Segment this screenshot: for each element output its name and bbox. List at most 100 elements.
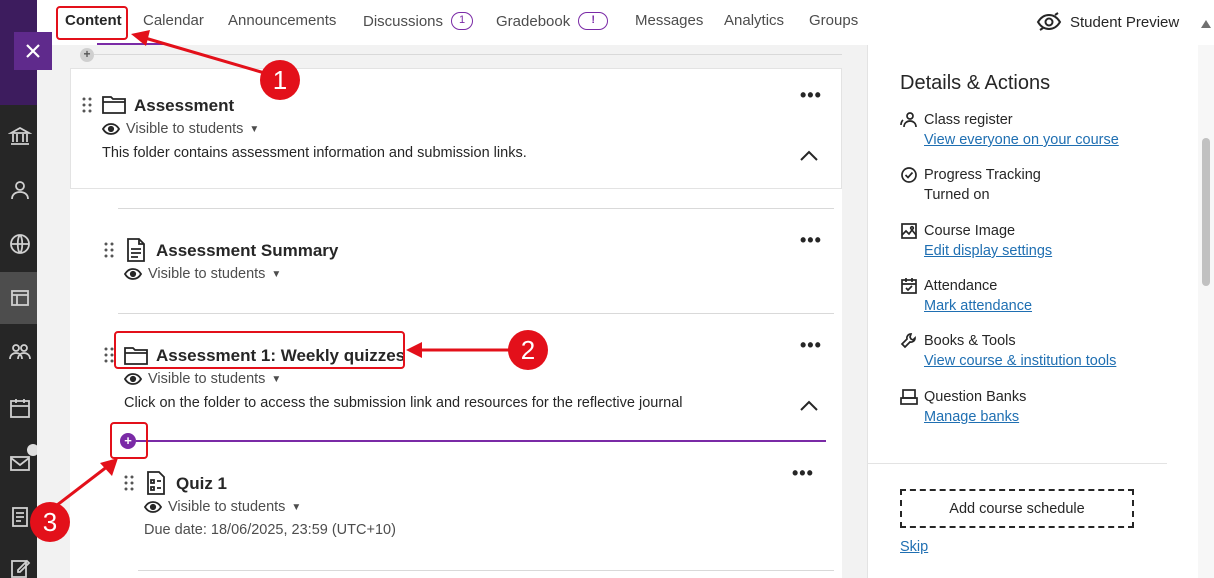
image-icon — [901, 223, 917, 239]
scrollbar-thumb[interactable] — [1202, 138, 1210, 286]
globe-icon[interactable] — [8, 232, 32, 256]
tab-label: Gradebook — [496, 12, 571, 30]
visibility-dropdown[interactable]: Visible to students ▼ — [144, 499, 301, 515]
caret-down-icon: ▼ — [249, 123, 260, 135]
bank-icon — [900, 389, 918, 405]
assessment-folder-title[interactable]: Assessment — [134, 96, 234, 116]
drag-handle-icon[interactable] — [124, 475, 134, 491]
eye-icon — [124, 373, 142, 385]
test-icon — [147, 471, 165, 495]
tab-announcements[interactable]: Announcements — [228, 12, 336, 29]
question-banks-item: Question Banks Manage banks — [900, 387, 1160, 425]
panel-divider — [867, 463, 1167, 464]
books-tools-label: Books & Tools — [924, 333, 1016, 349]
visibility-dropdown[interactable]: Visible to students ▼ — [102, 121, 259, 137]
grades-icon[interactable] — [8, 505, 32, 529]
tab-discussions[interactable]: Discussions 1 — [363, 12, 474, 30]
skip-link[interactable]: Skip — [900, 539, 928, 555]
visibility-label: Visible to students — [168, 499, 286, 515]
divider — [138, 570, 834, 571]
quiz-due-date: Due date: 18/06/2025, 23:59 (UTC+10) — [144, 522, 396, 538]
attendance-item: Attendance Mark attendance — [900, 276, 1160, 314]
tab-analytics[interactable]: Analytics — [724, 12, 784, 29]
weekly-quizzes-highlight — [114, 331, 405, 369]
add-content-line — [94, 54, 842, 55]
assessment-summary-title[interactable]: Assessment Summary — [156, 241, 338, 261]
student-preview-label: Student Preview — [1070, 13, 1180, 31]
gradebook-alert-badge: ! — [578, 12, 609, 30]
weekly-quizzes-description: Click on the folder to access the submis… — [124, 395, 683, 411]
progress-tracking-item: Progress Tracking Turned on — [900, 165, 1160, 203]
caret-down-icon: ▼ — [271, 268, 282, 280]
tab-messages[interactable]: Messages — [635, 12, 703, 29]
class-register-label: Class register — [924, 112, 1013, 128]
content-tab-highlight — [56, 6, 128, 40]
scrollbar-track[interactable] — [1198, 45, 1214, 578]
course-image-label: Course Image — [924, 223, 1016, 239]
institution-icon[interactable] — [8, 124, 32, 148]
insert-content-line — [136, 440, 826, 442]
edit-display-settings-link[interactable]: Edit display settings — [924, 243, 1160, 259]
add-content-top-button[interactable]: + — [80, 48, 94, 62]
mark-attendance-link[interactable]: Mark attendance — [924, 298, 1160, 314]
assessment-description: This folder contains assessment informat… — [102, 145, 527, 161]
divider — [118, 208, 834, 209]
tab-label: Messages — [635, 12, 704, 29]
caret-down-icon: ▼ — [271, 373, 282, 385]
more-options-button[interactable]: ••• — [800, 86, 822, 104]
view-course-tools-link[interactable]: View course & institution tools — [924, 353, 1160, 369]
class-register-item: Class register View everyone on your cou… — [900, 110, 1160, 148]
tab-label: Analytics — [724, 12, 785, 29]
visibility-label: Visible to students — [148, 371, 266, 387]
student-preview-button[interactable]: Student Preview — [1036, 12, 1179, 32]
caret-down-icon: ▼ — [291, 501, 302, 513]
eye-icon — [144, 501, 162, 513]
drag-handle-icon[interactable] — [82, 97, 92, 113]
tab-label: Discussions — [363, 12, 444, 30]
organizations-icon[interactable] — [8, 340, 32, 364]
chevron-up-icon[interactable] — [800, 150, 818, 162]
annotation-callout-3: 3 — [30, 502, 70, 542]
eye-preview-icon — [1036, 12, 1062, 31]
add-course-schedule-button[interactable]: Add course schedule — [900, 489, 1134, 528]
more-options-button[interactable]: ••• — [792, 464, 814, 482]
left-navigation — [0, 0, 39, 578]
edit-icon[interactable] — [8, 556, 32, 578]
scroll-up-arrow-icon[interactable] — [1201, 20, 1211, 28]
visibility-label: Visible to students — [126, 121, 244, 137]
people-icon — [900, 112, 917, 128]
question-banks-label: Question Banks — [924, 389, 1027, 405]
add-button-highlight — [110, 422, 148, 459]
annotation-callout-1: 1 — [260, 60, 300, 100]
view-everyone-link[interactable]: View everyone on your course — [924, 132, 1160, 148]
attendance-label: Attendance — [924, 278, 998, 294]
progress-tracking-status: Turned on — [924, 187, 990, 203]
folder-icon — [102, 96, 126, 114]
quiz-title[interactable]: Quiz 1 — [176, 474, 227, 494]
wrench-icon — [900, 333, 916, 349]
books-tools-item: Books & Tools View course & institution … — [900, 331, 1160, 369]
drag-handle-icon[interactable] — [104, 242, 114, 258]
drag-handle-icon[interactable] — [104, 347, 114, 363]
manage-banks-link[interactable]: Manage banks — [924, 409, 1160, 425]
visibility-dropdown[interactable]: Visible to students ▼ — [124, 371, 281, 387]
close-icon — [26, 44, 40, 58]
visibility-dropdown[interactable]: Visible to students ▼ — [124, 266, 281, 282]
calendar-icon[interactable] — [8, 396, 32, 420]
tab-label: Announcements — [228, 12, 337, 29]
more-options-button[interactable]: ••• — [800, 336, 822, 354]
profile-icon[interactable] — [8, 178, 32, 202]
courses-icon[interactable] — [8, 286, 32, 310]
progress-tracking-label: Progress Tracking — [924, 167, 1041, 183]
tab-groups[interactable]: Groups — [809, 12, 858, 29]
more-options-button[interactable]: ••• — [800, 231, 822, 249]
tab-gradebook[interactable]: Gradebook! — [496, 12, 609, 30]
details-actions-title: Details & Actions — [900, 72, 1051, 94]
tab-calendar[interactable]: Calendar — [143, 12, 204, 29]
course-image-item: Course Image Edit display settings — [900, 221, 1160, 259]
document-icon — [127, 238, 145, 262]
chevron-up-icon[interactable] — [800, 400, 818, 412]
discussions-count-badge: 1 — [451, 12, 474, 30]
close-course-button[interactable] — [14, 32, 52, 70]
calendar-check-icon — [901, 278, 917, 294]
